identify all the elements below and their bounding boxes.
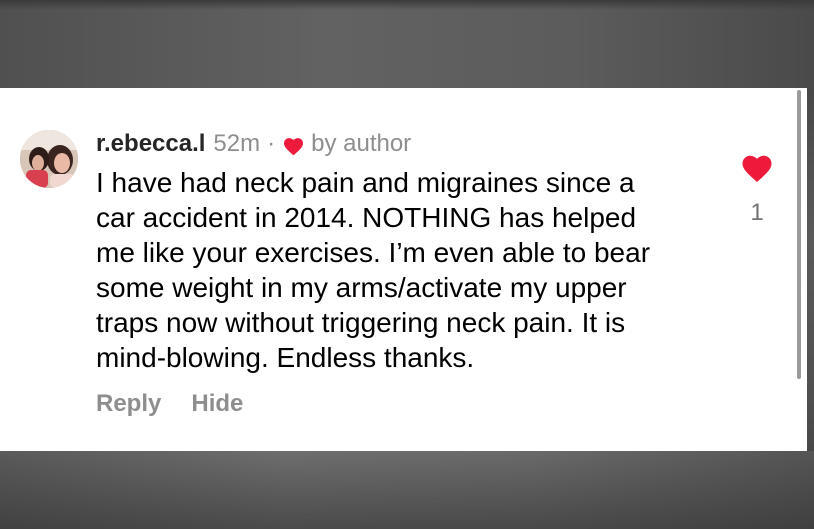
timestamp: 52m [213, 130, 261, 157]
background-top-shadow [0, 0, 814, 10]
background-top [0, 0, 814, 88]
username[interactable]: r.ebecca.l [96, 130, 205, 158]
liked-by-author-label: by author [311, 130, 412, 157]
avatar[interactable] [20, 130, 78, 188]
like-count: 1 [750, 199, 764, 226]
comment-meta: r.ebecca.l 52m · by author [96, 128, 411, 160]
scrollbar-thumb[interactable] [797, 90, 801, 379]
hide-button[interactable]: Hide [191, 390, 243, 418]
comment-text: I have had neck pain and migraines since… [96, 167, 651, 373]
heart-icon [283, 135, 304, 155]
heart-icon[interactable] [741, 154, 773, 183]
comment-actions: Reply Hide [96, 387, 243, 421]
meta-separator: · [267, 130, 276, 157]
background-bottom-shadow [0, 451, 814, 529]
reply-button[interactable]: Reply [96, 390, 161, 418]
profile-photo [20, 130, 78, 188]
